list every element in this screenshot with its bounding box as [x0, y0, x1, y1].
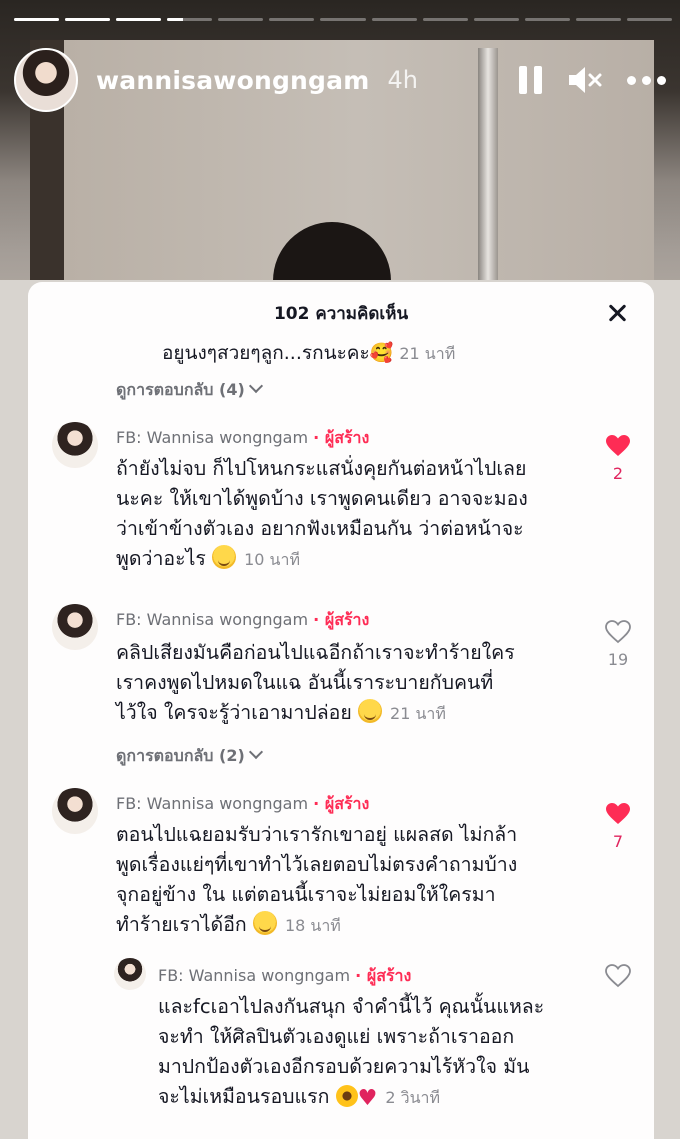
comment-author[interactable]: FB: Wannisa wongngam · ผู้สร้าง — [116, 426, 369, 451]
comment-avatar[interactable] — [52, 788, 98, 834]
comment-line: ถ้ายังไม่จบ ก็ไปโหนกระแสนั่งคุยกันต่อหน้… — [116, 457, 527, 480]
story-progress-bar — [14, 18, 673, 22]
comment-line: ไว้ใจ ใครจะรู้ว่าเอามาปล่อย — [116, 701, 352, 724]
progress-segment — [14, 18, 60, 21]
comment-line: และfcเอาไปลงกันสนุก จำคำนี้ไว้ คุณนั้นแห… — [158, 995, 545, 1018]
creator-badge: · ผู้สร้าง — [355, 966, 412, 985]
comment-line: จะทำ ให้ศิลปินตัวเองดูแย่ เพราะถ้าเราออก — [158, 1025, 515, 1048]
comment-line: ทำร้ายเราได้อีก — [116, 913, 247, 936]
heart-outline-icon — [605, 620, 631, 644]
comment-author-name: FB: Wannisa wongngam — [116, 428, 309, 447]
comment-author[interactable]: FB: Wannisa wongngam · ผู้สร้าง — [158, 964, 411, 989]
close-icon[interactable] — [604, 300, 630, 326]
sunflower-emoji-icon — [335, 1085, 358, 1107]
comment-line: จะไม่เหมือนรอบแรก — [158, 1085, 330, 1108]
like-button[interactable]: 2 — [598, 434, 638, 483]
comment-author-name: FB: Wannisa wongngam — [116, 610, 309, 629]
comment-avatar[interactable] — [52, 604, 98, 650]
comment-time: 2 วินาที — [385, 1088, 441, 1107]
like-button[interactable] — [598, 964, 638, 992]
view-replies-button[interactable]: ดูการตอบกลับ (4) — [116, 378, 263, 403]
comment-line: ตอนไปแฉยอมรับว่าเรารักเขาอยู่ แผลสด ไม่ก… — [116, 823, 518, 846]
pause-icon[interactable] — [519, 66, 543, 94]
like-count: 7 — [612, 832, 624, 851]
like-button[interactable]: 19 — [598, 620, 638, 669]
story-time-ago: 4h — [387, 66, 418, 94]
comment-text: และfcเอาไปลงกันสนุก จำคำนี้ไว้ คุณนั้นแห… — [158, 992, 544, 1114]
progress-segment — [626, 18, 673, 21]
comment-text: ถ้ายังไม่จบ ก็ไปโหนกระแสนั่งคุยกันต่อหน้… — [116, 454, 528, 575]
comment-avatar[interactable] — [52, 422, 98, 468]
comment-text: ตอนไปแฉยอมรับว่าเรารักเขาอยู่ แผลสด ไม่ก… — [116, 820, 517, 941]
red-heart-emoji-icon: ♥ — [357, 1086, 378, 1111]
comment-line: คลิปเสียงมันคือก่อนไปแฉอีกถ้าเราจะทำร้าย… — [116, 641, 515, 664]
creator-badge: · ผู้สร้าง — [313, 610, 370, 629]
smile-emoji-icon — [252, 911, 277, 935]
view-replies-label: ดูการตอบกลับ (2) — [116, 746, 245, 765]
progress-segment — [65, 18, 111, 21]
mute-icon[interactable] — [567, 64, 603, 96]
comments-count-title: 102 ความคิดเห็น — [273, 304, 409, 324]
story-actions — [519, 64, 666, 96]
progress-segment — [218, 18, 264, 21]
comment-line: ว่าเข้าข้างตัวเอง อยากฟังเหมือนกัน ว่าต่… — [116, 517, 524, 540]
heart-outline-icon — [605, 964, 631, 988]
comment-author[interactable]: FB: Wannisa wongngam · ผู้สร้าง — [116, 792, 369, 817]
heart-filled-icon — [606, 803, 630, 824]
creator-badge: · ผู้สร้าง — [313, 428, 370, 447]
comment-line: เราคงพูดไปหมดในแฉ อันนี้เราระบายกับคนที่ — [116, 671, 494, 694]
progress-segment — [269, 18, 315, 21]
comment-line: พูดว่าอะไร — [116, 547, 206, 570]
comment-line: นะคะ ให้เขาได้พูดบ้าง เราพูดคนเดียว อาจจ… — [116, 487, 528, 510]
comment-author-name: FB: Wannisa wongngam — [158, 966, 351, 985]
like-count: 2 — [612, 464, 624, 483]
progress-segment — [473, 18, 519, 21]
progress-segment — [575, 18, 621, 21]
relieved-emoji-icon — [358, 699, 383, 723]
comment-line: จุกอยู่ข้าง ใน แต่ตอนนี้เราจะไม่ยอมให้ใค… — [116, 883, 496, 906]
partial-comment-text: อยูนงๆสวยๆลูก...รกนะคะ🥰 — [162, 342, 394, 364]
progress-segment — [524, 18, 570, 21]
comment-time: 10 นาที — [244, 550, 301, 569]
progress-segment — [422, 18, 468, 21]
progress-segment — [320, 18, 366, 21]
partial-comment-time: 21 นาที — [399, 344, 456, 363]
comment-text: คลิปเสียงมันคือก่อนไปแฉอีกถ้าเราจะทำร้าย… — [116, 638, 515, 729]
reply-avatar[interactable] — [114, 958, 146, 990]
comment-time: 21 นาที — [390, 704, 446, 723]
progress-segment — [371, 18, 417, 21]
smile-emoji-icon — [212, 545, 237, 569]
comment-time: 18 นาที — [284, 916, 341, 935]
comment-author[interactable]: FB: Wannisa wongngam · ผู้สร้าง — [116, 608, 369, 633]
heart-filled-icon — [606, 435, 630, 456]
view-replies-label: ดูการตอบกลับ (4) — [116, 380, 245, 399]
comment-line: พูดเรื่องแย่ๆที่เขาทำไว้เลยตอบไม่ตรงคำถา… — [116, 853, 518, 876]
chevron-down-icon — [248, 378, 263, 394]
comments-sheet: 102 ความคิดเห็น อยูนงๆสวยๆลูก...รกนะคะ🥰 2… — [28, 282, 654, 1139]
comment-line: มาปกป้องตัวเองอีกรอบด้วยความไร้หัวใจ มัน — [158, 1055, 530, 1078]
story-header: wannisawongngam 4h — [14, 46, 666, 114]
chevron-down-icon — [248, 744, 263, 760]
avatar[interactable] — [14, 48, 78, 112]
progress-segment — [116, 18, 162, 21]
more-options-icon[interactable] — [627, 75, 666, 85]
partial-comment: อยูนงๆสวยๆลูก...รกนะคะ🥰 21 นาที — [162, 338, 455, 368]
like-button[interactable]: 7 — [598, 802, 638, 851]
progress-segment — [167, 18, 213, 21]
creator-badge: · ผู้สร้าง — [313, 794, 370, 813]
comment-author-name: FB: Wannisa wongngam — [116, 794, 309, 813]
like-count: 19 — [607, 650, 629, 669]
view-replies-button[interactable]: ดูการตอบกลับ (2) — [116, 744, 263, 769]
username[interactable]: wannisawongngam — [96, 66, 369, 95]
